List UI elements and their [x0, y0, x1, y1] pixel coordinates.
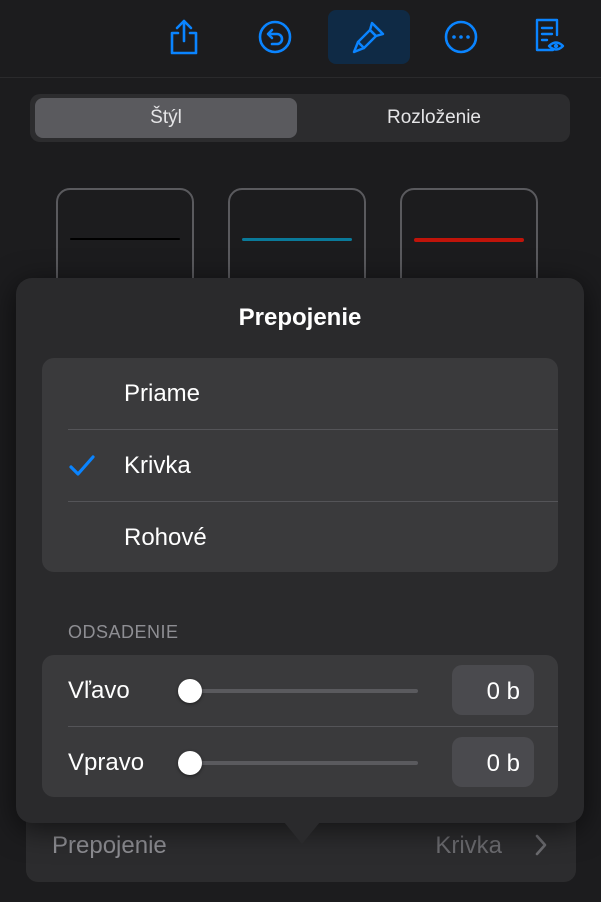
- connection-row-value: Krivka: [435, 832, 502, 859]
- share-button[interactable]: [143, 10, 225, 64]
- option-corner[interactable]: Rohové: [42, 502, 558, 572]
- slider-track[interactable]: [190, 761, 418, 765]
- option-label: Krivka: [124, 452, 191, 479]
- tab-style[interactable]: Štýl: [35, 98, 297, 138]
- popover-title: Prepojenie: [238, 304, 362, 331]
- section-header-offset: ODSADENIE: [68, 622, 179, 642]
- slider-row-right: Vpravo 0 b: [42, 727, 558, 798]
- segmented-control: Štýl Rozloženie: [30, 94, 570, 142]
- checkmark-icon: [69, 455, 95, 476]
- connection-row-label: Prepojenie: [52, 832, 167, 859]
- more-icon: [444, 20, 478, 54]
- thin-black-line-preview: [70, 238, 180, 240]
- toolbar: [0, 0, 601, 78]
- slider-thumb[interactable]: [178, 751, 202, 775]
- slider-track[interactable]: [190, 689, 418, 693]
- format-brush-icon: [352, 21, 385, 54]
- value-field[interactable]: 0 b: [452, 665, 534, 715]
- reader-view-icon: [535, 18, 565, 52]
- offset-sliders: Vľavo 0 b Vpravo 0 b: [42, 655, 558, 797]
- undo-icon: [258, 20, 292, 54]
- red-pencil-line-preview: [414, 238, 524, 242]
- value-text: 0 b: [486, 678, 520, 705]
- connection-type-list: Priame Krivka Rohové: [42, 358, 558, 572]
- connection-popover: Prepojenie Priame Krivka Rohové ODSADENI…: [16, 278, 584, 823]
- more-button[interactable]: [420, 10, 502, 64]
- option-curve[interactable]: Krivka: [42, 430, 558, 501]
- undo-button[interactable]: [234, 10, 316, 64]
- share-icon: [170, 19, 198, 55]
- tab-layout[interactable]: Rozloženie: [302, 98, 566, 138]
- popover-arrow: [284, 822, 320, 844]
- value-text: 0 b: [486, 750, 520, 777]
- reader-view-button[interactable]: [508, 10, 590, 64]
- slider-thumb[interactable]: [178, 679, 202, 703]
- value-field[interactable]: 0 b: [452, 737, 534, 787]
- slider-row-left: Vľavo 0 b: [42, 655, 558, 727]
- option-label: Rohové: [124, 524, 207, 551]
- option-straight[interactable]: Priame: [42, 358, 558, 429]
- slider-label: Vpravo: [68, 749, 145, 776]
- format-button[interactable]: [328, 10, 410, 64]
- slider-label: Vľavo: [68, 677, 130, 704]
- chevron-right-icon: [535, 834, 547, 856]
- option-label: Priame: [124, 380, 201, 407]
- blue-line-preview: [242, 238, 352, 241]
